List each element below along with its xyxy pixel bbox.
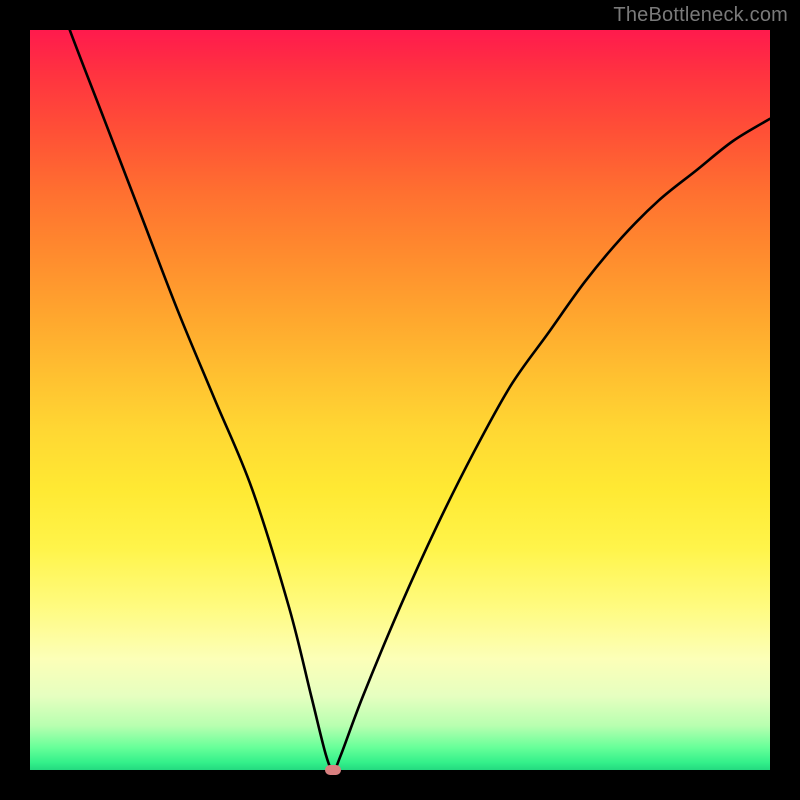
plot-area bbox=[30, 30, 770, 770]
chart-frame: TheBottleneck.com bbox=[0, 0, 800, 800]
watermark-text: TheBottleneck.com bbox=[613, 4, 788, 27]
curve-svg bbox=[30, 30, 770, 770]
minimum-marker bbox=[325, 765, 341, 775]
bottleneck-curve bbox=[30, 30, 770, 770]
